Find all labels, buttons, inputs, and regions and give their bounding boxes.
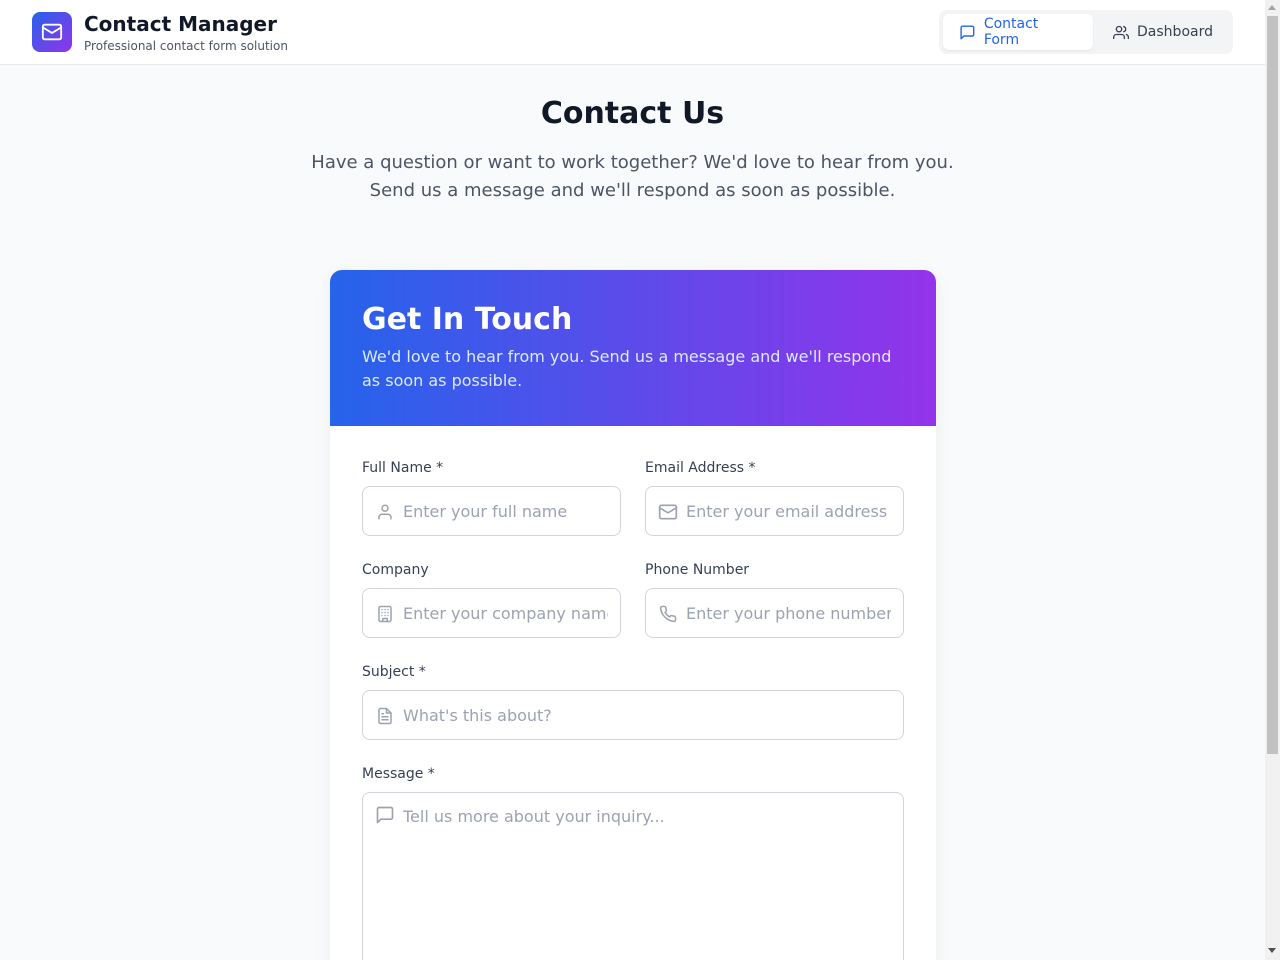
message-field[interactable] <box>362 792 904 960</box>
email-label: Email Address * <box>645 460 756 476</box>
card-header: Get In Touch We'd love to hear from you.… <box>330 270 936 426</box>
subject-field[interactable] <box>362 690 904 740</box>
nav-dashboard[interactable]: Dashboard <box>1097 14 1229 50</box>
page-description: Have a question or want to work together… <box>311 152 954 201</box>
scroll-up-arrow[interactable] <box>1268 5 1276 10</box>
phone-field[interactable] <box>645 588 904 638</box>
app-subtitle: Professional contact form solution <box>84 39 288 53</box>
phone-icon <box>658 604 678 624</box>
scroll-down-arrow[interactable] <box>1268 948 1276 953</box>
card-description: We'd love to hear from you. Send us a me… <box>362 347 892 390</box>
card-title: Get In Touch <box>362 302 573 337</box>
file-text-icon <box>375 706 395 726</box>
app-title: Contact Manager <box>84 12 277 36</box>
app-logo <box>32 12 72 52</box>
main-nav: Contact Form Dashboard <box>939 10 1233 54</box>
mail-icon <box>658 502 678 522</box>
users-icon <box>1113 25 1130 39</box>
contact-form-card: Get In Touch We'd love to hear from you.… <box>330 270 936 960</box>
phone-label: Phone Number <box>645 562 750 578</box>
email-field[interactable] <box>645 486 904 536</box>
subject-label: Subject * <box>362 664 426 680</box>
mail-icon <box>41 23 63 41</box>
scroll-thumb[interactable] <box>1267 16 1278 754</box>
message-icon <box>375 805 395 825</box>
nav-dashboard-label: Dashboard <box>1137 24 1213 40</box>
full-name-input[interactable] <box>403 487 608 535</box>
message-textarea[interactable] <box>403 805 891 955</box>
phone-input[interactable] <box>686 589 891 637</box>
message-label: Message * <box>362 766 435 782</box>
full-name-label: Full Name * <box>362 460 444 476</box>
company-input[interactable] <box>403 589 608 637</box>
page-title: Contact Us <box>540 96 725 131</box>
message-icon <box>960 24 975 40</box>
app-header: Contact Manager Professional contact for… <box>0 0 1265 65</box>
nav-contact-form-label: Contact Form <box>983 16 1039 48</box>
building-icon <box>375 604 395 624</box>
company-label: Company <box>362 562 429 578</box>
user-icon <box>375 502 395 522</box>
subject-input[interactable] <box>403 691 891 739</box>
full-name-field[interactable] <box>362 486 621 536</box>
page-scrollbar[interactable] <box>1265 0 1280 960</box>
email-input[interactable] <box>686 487 891 535</box>
nav-contact-form[interactable]: Contact Form <box>943 14 1093 50</box>
company-field[interactable] <box>362 588 621 638</box>
